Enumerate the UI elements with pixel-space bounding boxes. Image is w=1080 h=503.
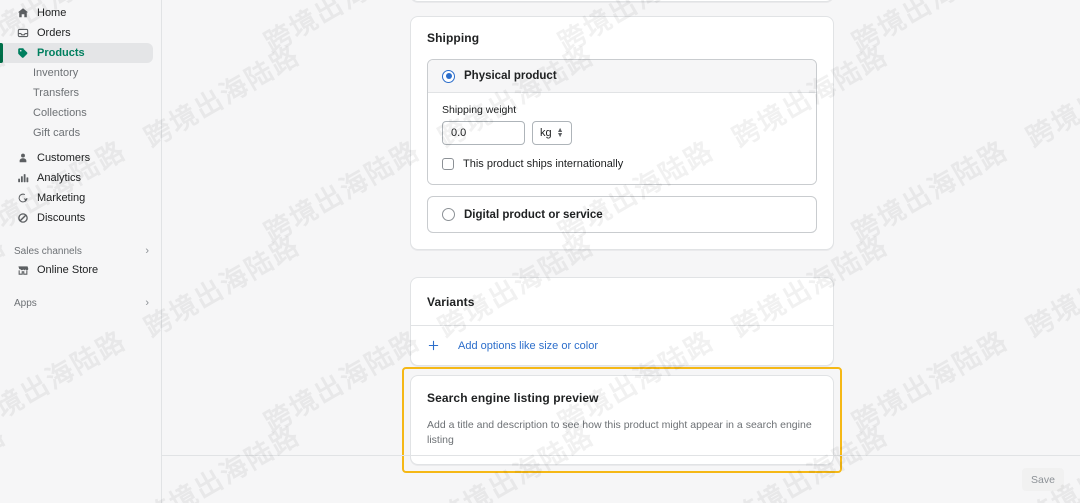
sidebar-item-discounts[interactable]: Discounts: [0, 208, 153, 228]
sidebar-item-label: Customers: [37, 152, 91, 164]
sidebar-item-label: Discounts: [37, 212, 86, 224]
chevron-right-icon: ›: [145, 244, 149, 257]
sidebar: Home Orders Products Inventory Transfers…: [0, 0, 162, 503]
sidebar-item-label: Collections: [33, 107, 87, 119]
physical-product-radio[interactable]: [442, 69, 455, 83]
shipping-title: Shipping: [427, 31, 480, 45]
sidebar-item-products[interactable]: Products: [0, 43, 153, 63]
shipping-weight-label: Shipping weight: [442, 104, 517, 116]
weight-unit-select[interactable]: kg ▲ ▼: [532, 121, 572, 145]
add-options-link[interactable]: Add options like size or color: [458, 340, 598, 352]
products-tag-icon: [16, 47, 29, 60]
previous-card-partial: [410, 0, 834, 2]
sidebar-item-label: Products: [37, 47, 85, 59]
marketing-icon: [16, 192, 29, 205]
main-content: Shipping Physical product Shipping weigh…: [162, 0, 1080, 503]
physical-product-body: Shipping weight kg ▲▼: [428, 93, 816, 184]
seo-highlight-frame: Search engine listing preview Add a titl…: [402, 367, 842, 474]
sidebar-item-inventory[interactable]: Inventory: [0, 63, 161, 83]
storefront-icon: [16, 264, 29, 277]
shipping-card: Shipping Physical product Shipping weigh…: [410, 16, 834, 250]
sidebar-item-label: Transfers: [33, 87, 80, 99]
chevron-right-icon: ›: [145, 296, 149, 309]
customers-person-icon: [16, 152, 29, 165]
sidebar-item-collections[interactable]: Collections: [0, 103, 161, 123]
seo-description: Add a title and description to see how t…: [427, 419, 812, 446]
sidebar-item-label: Online Store: [37, 264, 99, 276]
digital-product-option[interactable]: Digital product or service: [427, 196, 817, 233]
ships-internationally-checkbox[interactable]: [442, 158, 454, 170]
sidebar-item-marketing[interactable]: Marketing: [0, 188, 153, 208]
sidebar-item-label: Inventory: [33, 67, 79, 79]
sidebar-section-apps[interactable]: Apps ›: [0, 294, 161, 312]
physical-product-option[interactable]: Physical product Shipping weight kg ▲▼: [427, 59, 817, 185]
variants-card: Variants Add options like size or color: [410, 277, 834, 366]
add-options-row[interactable]: Add options like size or color: [411, 326, 833, 365]
sidebar-item-label: Analytics: [37, 172, 82, 184]
seo-title: Search engine listing preview: [427, 391, 599, 405]
seo-listing-preview-card: Search engine listing preview Add a titl…: [410, 375, 834, 466]
sidebar-item-label: Marketing: [37, 192, 86, 204]
sidebar-item-online-store[interactable]: Online Store: [0, 260, 153, 280]
sidebar-item-label: Home: [37, 7, 67, 19]
sidebar-item-orders[interactable]: Orders: [0, 23, 153, 43]
orders-icon: [16, 27, 29, 40]
sidebar-item-label: Gift cards: [33, 127, 81, 139]
discounts-icon: [16, 212, 29, 225]
sidebar-item-label: Orders: [37, 27, 71, 39]
physical-product-label: Physical product: [464, 70, 557, 82]
save-button[interactable]: Save: [1022, 468, 1064, 491]
save-button-label: Save: [1031, 473, 1055, 486]
sidebar-section-label: Sales channels: [14, 245, 82, 257]
variants-title: Variants: [427, 295, 475, 309]
sidebar-item-customers[interactable]: Customers: [0, 148, 153, 168]
analytics-bars-icon: [16, 172, 29, 185]
digital-product-radio[interactable]: [442, 208, 455, 221]
sidebar-item-gift-cards[interactable]: Gift cards: [0, 123, 161, 143]
product-shipping-page: Home Orders Products Inventory Transfers…: [0, 0, 1080, 503]
home-icon: [16, 7, 29, 20]
chevron-updown-icon: ▲ ▼: [556, 127, 564, 139]
sidebar-item-home[interactable]: Home: [0, 3, 153, 23]
variants-header: Variants: [411, 278, 833, 326]
digital-product-label: Digital product or service: [464, 208, 603, 221]
weight-unit-value: kg: [540, 127, 552, 139]
physical-product-header[interactable]: Physical product: [428, 60, 816, 93]
ships-internationally-row[interactable]: This product ships internationally: [442, 158, 802, 170]
sidebar-section-label: Apps: [14, 297, 37, 309]
sidebar-item-analytics[interactable]: Analytics: [0, 168, 153, 188]
sidebar-section-sales-channels[interactable]: Sales channels ›: [0, 242, 161, 260]
footer-divider: [162, 455, 1080, 456]
plus-icon: [427, 339, 440, 352]
shipping-weight-input[interactable]: [442, 121, 525, 145]
sidebar-item-transfers[interactable]: Transfers: [0, 83, 161, 103]
ships-internationally-label: This product ships internationally: [463, 158, 624, 170]
